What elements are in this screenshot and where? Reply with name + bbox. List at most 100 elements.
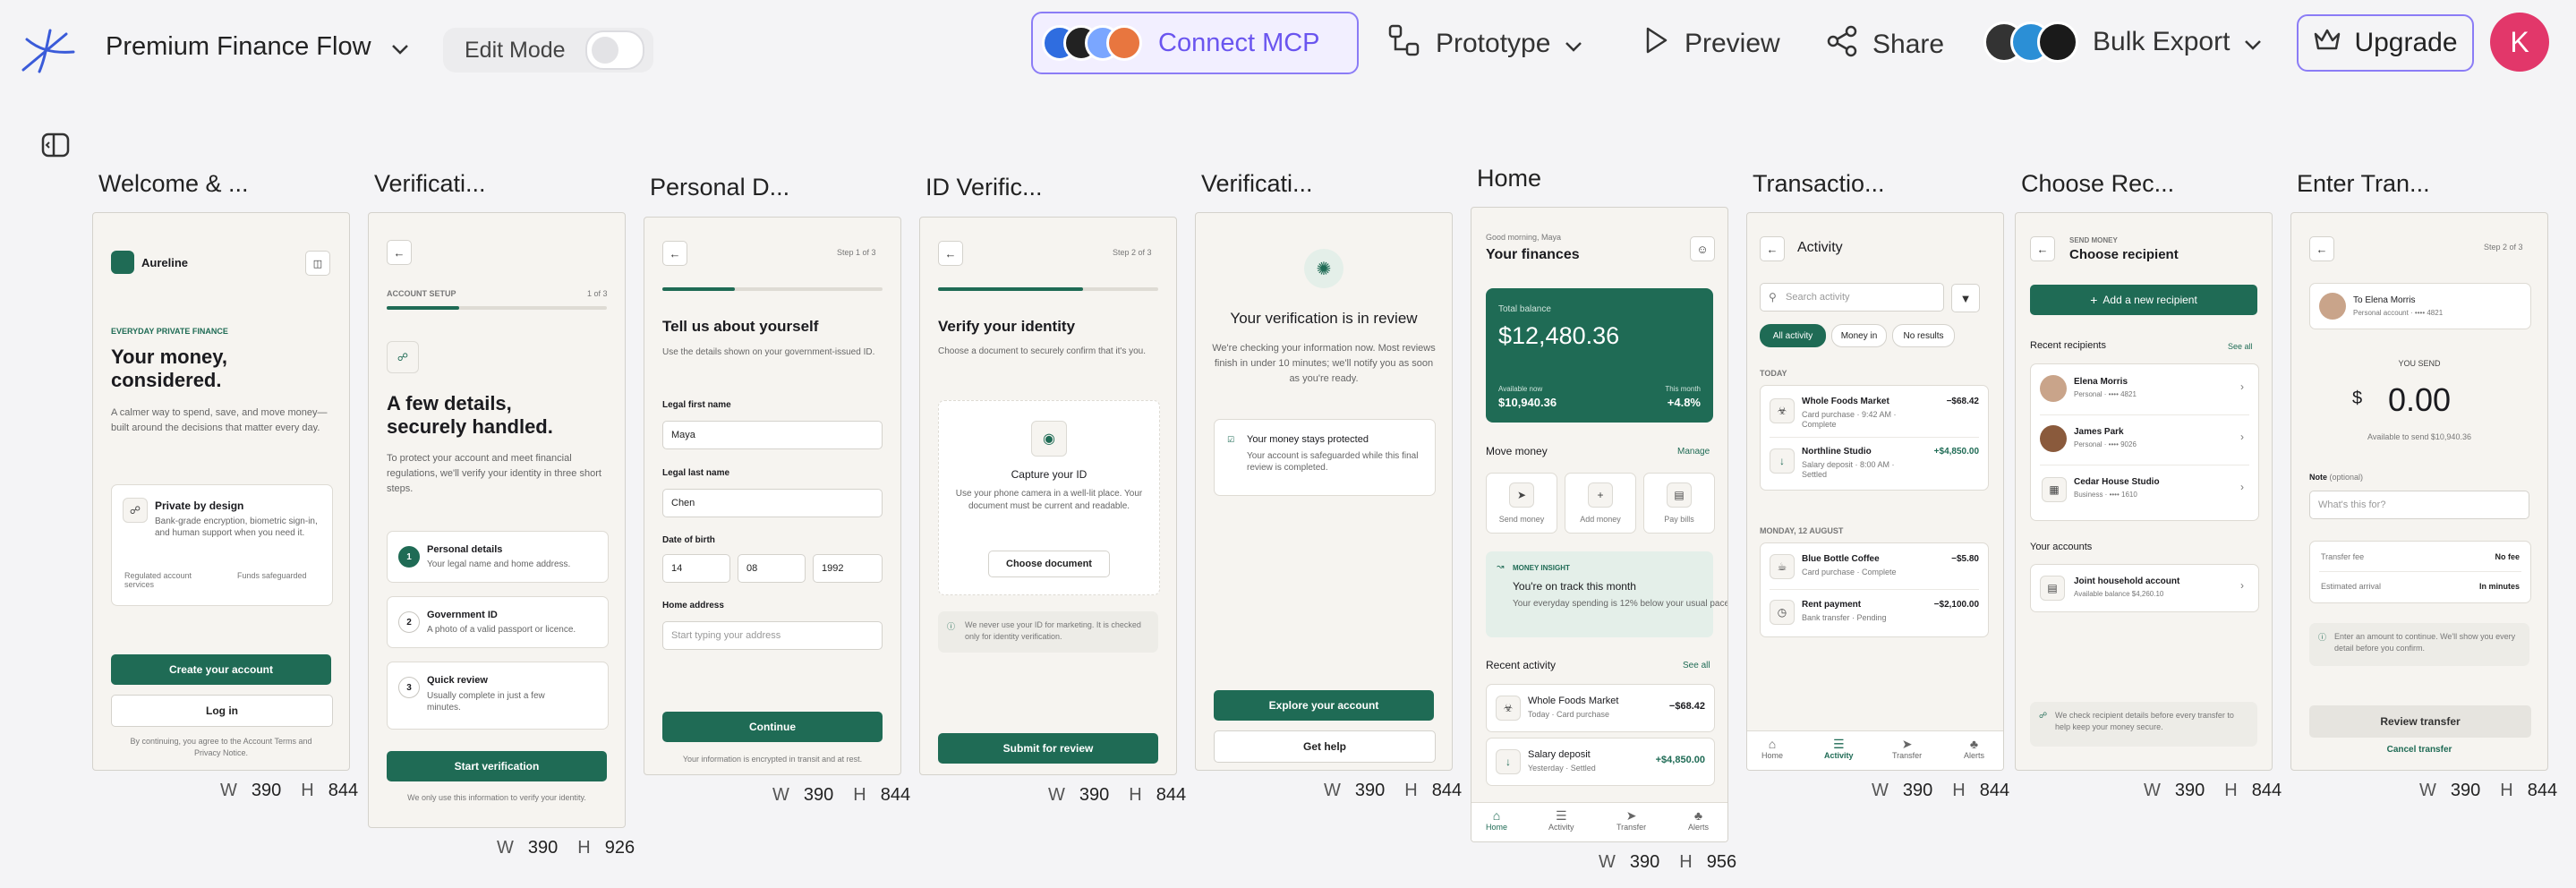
frame-verification-review[interactable]: ✺ Your verification is in review We're c…	[1195, 212, 1453, 771]
last-name-input[interactable]: Chen	[662, 489, 883, 517]
account-meta: Available balance $4,260.10	[2074, 590, 2164, 598]
nav-transfer[interactable]: ➤ Transfer	[1892, 737, 1922, 760]
continue-button[interactable]: Continue	[662, 712, 883, 742]
submit-review-button[interactable]: Submit for review	[938, 733, 1158, 764]
recipient-meta: Personal · •••• 9026	[2074, 440, 2137, 448]
step-title: Quick review	[427, 675, 488, 686]
lock-icon[interactable]: ◫	[305, 251, 330, 276]
nav-transfer[interactable]: ➤ Transfer	[1616, 808, 1646, 832]
recipient-name[interactable]: Cedar House Studio	[2074, 477, 2160, 487]
dob-year-input[interactable]: 1992	[813, 554, 883, 583]
transaction-row[interactable]: ☣ Whole Foods Market Today · Card purcha…	[1486, 684, 1715, 732]
share-button[interactable]: Share	[1826, 25, 1944, 64]
create-account-button[interactable]: Create your account	[111, 654, 331, 685]
frame-enter-transfer[interactable]: ← Step 2 of 3 To Elena Morris Personal a…	[2290, 212, 2548, 771]
progress-fill	[662, 287, 736, 291]
nav-home[interactable]: ⌂ Home	[1486, 808, 1507, 832]
back-arrow-icon[interactable]: ←	[938, 241, 963, 266]
home-icon: ⌂	[1768, 737, 1777, 751]
connect-mcp-button[interactable]: Connect MCP	[1031, 12, 1359, 74]
send-money-action[interactable]: ➤ Send money	[1486, 473, 1557, 534]
back-arrow-icon[interactable]: ←	[387, 240, 412, 265]
log-in-button[interactable]: Log in	[111, 695, 333, 727]
start-verification-button[interactable]: Start verification	[387, 751, 607, 781]
available-to-send: Available to send $10,940.36	[2367, 432, 2471, 441]
amount-input[interactable]: 0.00	[2291, 381, 2547, 419]
upgrade-button[interactable]: Upgrade	[2297, 14, 2474, 72]
nav-alerts[interactable]: ♣ Alerts	[1964, 737, 1984, 760]
project-switcher[interactable]: Premium Finance Flow	[106, 32, 409, 62]
frame-transactions[interactable]: ← Activity Search activity ⚲ ▼ All activ…	[1746, 212, 2004, 771]
cancel-transfer-link[interactable]: Cancel transfer	[2291, 745, 2547, 755]
nav-activity[interactable]: ☰ Activity	[1824, 737, 1854, 760]
frame-title[interactable]: Enter Tran...	[2297, 170, 2430, 198]
manage-link[interactable]: Manage	[1677, 447, 1710, 457]
frame-title[interactable]: Verificati...	[374, 170, 486, 198]
dob-month-input[interactable]: 08	[738, 554, 806, 583]
amount-hint-text: Enter an amount to continue. We'll show …	[2334, 632, 2516, 653]
add-money-action[interactable]: + Add money	[1565, 473, 1636, 534]
first-name-input[interactable]: Maya	[662, 421, 883, 449]
recipient-name[interactable]: James Park	[2074, 427, 2124, 437]
back-arrow-icon[interactable]: ←	[1760, 236, 1785, 261]
frame-home[interactable]: Good morning, Maya Your finances ☺ Total…	[1471, 207, 1728, 842]
filter-icon[interactable]: ▼	[1951, 284, 1980, 312]
nav-alerts[interactable]: ♣ Alerts	[1688, 808, 1709, 832]
recipient-summary[interactable]: To Elena Morris Personal account · •••• …	[2309, 283, 2531, 329]
recipient-name[interactable]: Elena Morris	[2074, 377, 2128, 387]
explore-account-button[interactable]: Explore your account	[1214, 690, 1434, 721]
note-input[interactable]: What's this for?	[2309, 491, 2529, 519]
bulk-export-button[interactable]: Bulk Export	[1983, 21, 2262, 63]
preview-button[interactable]: Preview	[1643, 25, 1780, 63]
sidebar-toggle-icon[interactable]	[38, 127, 75, 165]
get-help-button[interactable]: Get help	[1214, 730, 1436, 763]
chip-no-results[interactable]: No results	[1892, 324, 1955, 347]
play-icon	[1643, 25, 1670, 63]
capture-card[interactable]: ◉ Capture your ID Use your phone camera …	[938, 400, 1160, 595]
balance-card[interactable]: Total balance $12,480.36 Available now $…	[1486, 288, 1713, 423]
back-arrow-icon[interactable]: ←	[2030, 236, 2055, 261]
choose-document-button[interactable]: Choose document	[988, 551, 1110, 577]
frame-choose-recipient[interactable]: ← SEND MONEY Choose recipient + Add a new…	[2015, 212, 2273, 771]
app-logo-icon[interactable]	[20, 25, 77, 79]
frame-title[interactable]: ID Verific...	[925, 174, 1043, 201]
pay-bills-action[interactable]: ▤ Pay bills	[1643, 473, 1715, 534]
fee-value: No fee	[2495, 552, 2520, 561]
to-name: To Elena Morris	[2353, 295, 2416, 305]
width-value: 390	[2450, 781, 2481, 800]
nav-activity[interactable]: ☰ Activity	[1548, 808, 1574, 832]
user-avatar[interactable]: K	[2490, 13, 2549, 72]
edit-mode-toggle[interactable]	[584, 30, 644, 70]
frame-title[interactable]: Personal D...	[650, 174, 789, 201]
back-arrow-icon[interactable]: ←	[2309, 236, 2334, 261]
search-input[interactable]: Search activity	[1760, 283, 1944, 312]
profile-icon[interactable]: ☺	[1690, 236, 1715, 261]
address-input[interactable]: Start typing your address	[662, 621, 883, 650]
dob-day-input[interactable]: 14	[662, 554, 730, 583]
account-row[interactable]: ▤ Joint household account Available bala…	[2030, 564, 2259, 612]
frame-dimensions: W 390 H 844	[772, 785, 930, 806]
frame-title[interactable]: Welcome & ...	[98, 170, 249, 198]
chip-all-activity[interactable]: All activity	[1760, 324, 1826, 347]
see-all-link[interactable]: See all	[1683, 661, 1710, 670]
nav-home[interactable]: ⌂ Home	[1761, 737, 1783, 760]
bill-icon: ▤	[1667, 482, 1692, 508]
transaction-row[interactable]: ↓ Salary deposit Yesterday · Settled +$4…	[1486, 738, 1715, 786]
frame-title[interactable]: Choose Rec...	[2021, 170, 2174, 198]
width-value: 390	[527, 838, 559, 858]
back-arrow-icon[interactable]: ←	[662, 241, 687, 266]
frame-title[interactable]: Home	[1477, 165, 1541, 192]
frame-personal-details[interactable]: ← Step 1 of 3 Tell us about yourself Use…	[644, 217, 901, 775]
first-name-label: Legal first name	[662, 400, 731, 410]
frame-verification[interactable]: ← ACCOUNT SETUP 1 of 3 ☍ A few details, …	[368, 212, 626, 828]
frame-title[interactable]: Transactio...	[1753, 170, 1885, 198]
see-all-link[interactable]: See all	[2228, 342, 2253, 351]
prototype-button[interactable]: Prototype	[1387, 23, 1582, 64]
chip-money-in[interactable]: Money in	[1831, 324, 1887, 347]
review-transfer-button[interactable]: Review transfer	[2309, 705, 2531, 738]
frame-welcome[interactable]: Aureline ◫ EVERYDAY PRIVATE FINANCE Your…	[92, 212, 350, 771]
frame-id-verification[interactable]: ← Step 2 of 3 Verify your identity Choos…	[919, 217, 1177, 775]
plus-icon: +	[2090, 293, 2098, 307]
frame-title[interactable]: Verificati...	[1201, 170, 1313, 198]
add-recipient-button[interactable]: + Add a new recipient	[2030, 285, 2257, 315]
